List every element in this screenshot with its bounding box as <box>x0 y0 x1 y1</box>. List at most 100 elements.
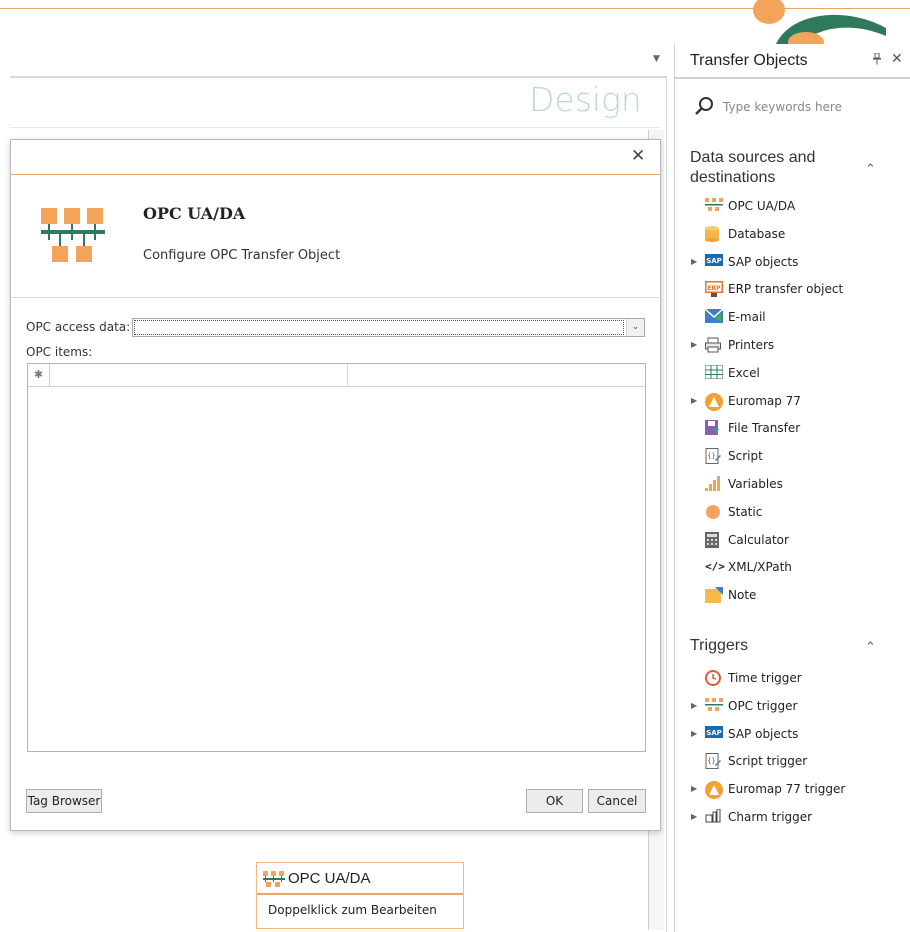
expand-arrow-icon[interactable]: ▶ <box>691 396 697 405</box>
sap-icon: SAP <box>705 725 723 744</box>
panel-item-label: Database <box>728 226 786 241</box>
opc-large-icon <box>41 208 107 266</box>
opc-node[interactable]: OPC UA/DA Doppelklick zum Bearbeiten <box>256 862 464 929</box>
panel-item[interactable]: </> XML/XPath <box>691 557 901 579</box>
expand-arrow-icon[interactable]: ▶ <box>691 701 697 710</box>
panel-item-label: Excel <box>728 365 760 380</box>
search-icon[interactable] <box>694 96 714 119</box>
note-icon <box>705 587 723 605</box>
printer-icon <box>705 337 723 355</box>
opc-node-title: OPC UA/DA <box>288 870 371 887</box>
opc-icon <box>705 697 723 716</box>
panel-item[interactable]: Excel <box>691 363 901 385</box>
panel-item[interactable]: OPC UA/DA <box>691 196 901 218</box>
panel-item-label: OPC UA/DA <box>728 199 796 213</box>
pin-icon[interactable] <box>872 52 882 68</box>
design-header-divider <box>10 127 660 128</box>
panel-item[interactable]: Variables <box>691 474 901 496</box>
tag-browser-button[interactable]: Tag Browser <box>26 789 102 813</box>
erp-icon: ERP <box>705 281 723 299</box>
panel-item[interactable]: Static <box>691 502 901 524</box>
xml-icon: </> <box>705 559 725 577</box>
panel-item[interactable]: Calculator <box>691 530 901 552</box>
panel-item-label: E-mail <box>728 310 766 325</box>
panel-item[interactable]: ▶ Euromap 77 trigger <box>691 779 901 801</box>
panel-item-label: SAP objects <box>728 254 799 269</box>
svg-text:{}: {} <box>707 757 715 765</box>
opc-items-grid[interactable]: ✱ <box>27 363 646 752</box>
svg-text:{}: {} <box>707 452 715 460</box>
panel-item[interactable]: ▶ Printers <box>691 335 901 357</box>
panel-item-label: Variables <box>728 477 783 491</box>
file-transfer-icon <box>705 420 723 438</box>
panel-header-divider <box>675 77 910 79</box>
ok-button[interactable]: OK <box>526 789 583 813</box>
panel-item[interactable]: ▶ Euromap 77 <box>691 391 901 413</box>
variables-icon <box>705 476 723 494</box>
panel-item[interactable]: ERP ERP transfer object <box>691 279 901 301</box>
panel-item-label: Euromap 77 <box>728 393 801 408</box>
opc-node-header: OPC UA/DA <box>257 863 463 895</box>
panel-item-label: Script trigger <box>728 754 808 769</box>
chevron-down-icon[interactable]: ⌄ <box>626 319 644 336</box>
chevron-up-icon[interactable]: ⌃ <box>865 640 876 655</box>
panel-item-label: Script <box>728 449 763 464</box>
panel-item-label: Euromap 77 trigger <box>728 782 846 797</box>
section-title-1[interactable]: Triggers <box>690 636 840 656</box>
dialog-divider <box>11 297 660 298</box>
transfer-objects-panel: Transfer Objects ✕ Type keywords here Da… <box>674 44 910 932</box>
search-input[interactable]: Type keywords here <box>723 100 842 114</box>
chevron-up-icon[interactable]: ⌃ <box>865 162 876 177</box>
opc-icon <box>263 871 285 890</box>
svg-text:ERP: ERP <box>707 285 721 292</box>
new-row-icon: ✱ <box>28 364 50 386</box>
design-title: Design <box>529 80 642 119</box>
opc-items-new-row[interactable]: ✱ <box>28 364 645 387</box>
panel-item[interactable]: File Transfer <box>691 418 901 440</box>
svg-text:SAP: SAP <box>706 257 722 265</box>
expand-arrow-icon[interactable]: ▶ <box>691 340 697 349</box>
sap-icon: SAP <box>705 253 723 272</box>
panel-item-label: ERP transfer object <box>728 282 844 297</box>
dialog-subtitle: Configure OPC Transfer Object <box>143 248 341 263</box>
grid-column-divider <box>347 364 348 386</box>
database-icon <box>705 225 723 244</box>
panel-close-icon[interactable]: ✕ <box>891 51 903 67</box>
expand-arrow-icon[interactable]: ▶ <box>691 257 697 266</box>
cancel-button[interactable]: Cancel <box>588 789 646 813</box>
panel-item-label: XML/XPath <box>728 560 792 575</box>
calculator-icon <box>705 531 723 550</box>
panel-item[interactable]: {} Script <box>691 446 901 468</box>
panel-item[interactable]: Time trigger <box>691 668 901 690</box>
expand-arrow-icon[interactable]: ▶ <box>691 784 697 793</box>
opc-node-hint: Doppelklick zum Bearbeiten <box>268 903 437 917</box>
panel-item[interactable]: ▶ SAP SAP objects <box>691 252 901 274</box>
excel-icon <box>704 364 724 383</box>
panel-item-label: File Transfer <box>728 421 801 436</box>
dialog-title: OPC UA/DA <box>143 204 246 223</box>
panel-item-label: Charm trigger <box>728 810 813 824</box>
opc-access-data-select[interactable]: ⌄ <box>132 318 645 337</box>
document-dropdown-icon[interactable]: ▼ <box>653 54 660 64</box>
dialog-accent-line <box>11 174 660 175</box>
opc-items-label: OPC items: <box>26 345 93 359</box>
panel-item[interactable]: ▶ SAP SAP objects <box>691 724 901 746</box>
panel-item[interactable]: Note <box>691 585 901 607</box>
panel-item-label: Time trigger <box>728 671 802 685</box>
panel-item-label: Calculator <box>728 532 789 547</box>
section-title-0[interactable]: Data sources and destinations <box>690 148 840 188</box>
panel-item[interactable]: ▶ Charm trigger <box>691 807 901 829</box>
panel-item[interactable]: Database <box>691 224 901 246</box>
opc-icon <box>705 198 723 216</box>
panel-item[interactable]: E-mail <box>691 307 901 329</box>
dialog-close-icon[interactable]: ✕ <box>631 146 645 166</box>
panel-item[interactable]: {} Script trigger <box>691 751 901 773</box>
opc-access-data-value <box>134 320 624 335</box>
panel-item[interactable]: ▶ OPC trigger <box>691 696 901 718</box>
opc-access-data-label: OPC access data: <box>26 320 131 334</box>
svg-text:</>: </> <box>705 560 725 573</box>
expand-arrow-icon[interactable]: ▶ <box>691 812 697 821</box>
panel-item-label: Note <box>728 588 757 603</box>
expand-arrow-icon[interactable]: ▶ <box>691 729 697 738</box>
panel-title: Transfer Objects <box>690 52 808 69</box>
